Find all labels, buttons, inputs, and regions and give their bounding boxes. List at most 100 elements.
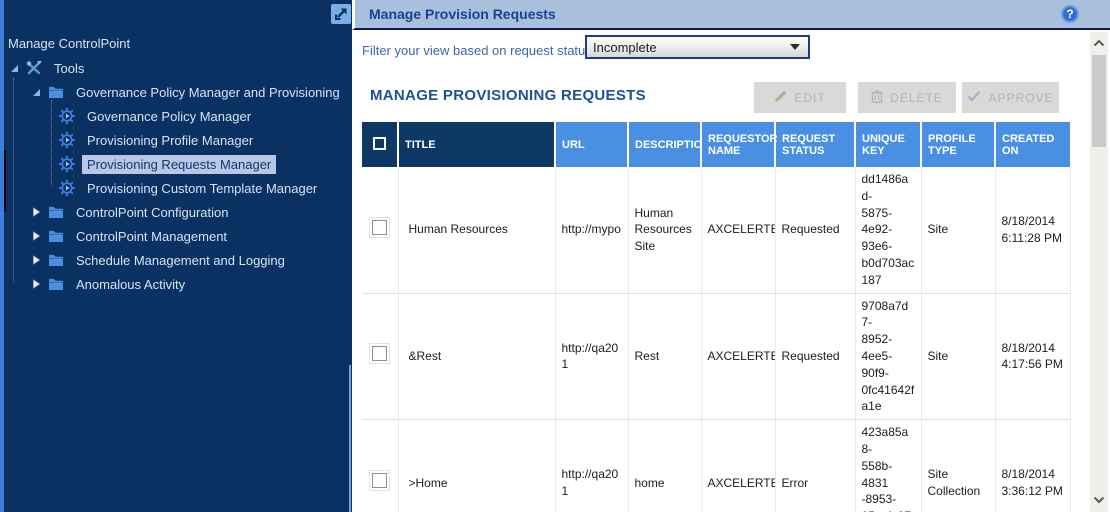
column-header-request-status[interactable]: REQUEST STATUS xyxy=(775,122,855,167)
titlebar: Manage Provision Requests ? xyxy=(352,0,1110,30)
sidebar-item-label: Governance Policy Manager xyxy=(82,107,256,126)
sidebar-divider xyxy=(349,365,351,512)
column-header-description[interactable]: DESCRIPTION xyxy=(628,122,701,167)
cell-requestor-name: AXCELERTES xyxy=(701,420,775,512)
table-row: &Resthttp://qa201RestAXCELERTESRequested… xyxy=(362,293,1070,420)
cell-description: Human Resources Site xyxy=(628,167,701,293)
sidebar-root-label: Manage ControlPoint xyxy=(8,36,130,51)
sidebar-item-label: Provisioning Custom Template Manager xyxy=(82,179,322,198)
status-filter-value: Incomplete xyxy=(593,40,790,55)
cell-profile-type: Site Collection xyxy=(921,420,995,512)
sidebar-item-label: Provisioning Requests Manager xyxy=(82,155,276,174)
cell-created-on: 8/18/2014 6:11:28 PM xyxy=(995,167,1070,293)
section-heading: MANAGE PROVISIONING REQUESTS xyxy=(370,87,646,104)
sidebar-item[interactable]: ControlPoint Management xyxy=(0,224,348,248)
cell-profile-type: Site xyxy=(921,167,995,293)
row-checkbox[interactable] xyxy=(372,346,387,361)
approve-button-label: APPROVE xyxy=(988,91,1053,105)
tools-icon xyxy=(25,60,43,76)
collapsed-arrow-icon[interactable] xyxy=(30,254,42,266)
collapsed-arrow-icon[interactable] xyxy=(30,278,42,290)
delete-button[interactable]: DELETE xyxy=(858,82,956,113)
sidebar: Manage ControlPoint Tools Governance Pol… xyxy=(0,0,352,512)
folder-icon xyxy=(47,204,65,220)
cell-request-status: Error xyxy=(775,420,855,512)
folder-icon xyxy=(47,228,65,244)
column-header-title[interactable]: TITLE xyxy=(398,122,555,167)
cell-url: http://qa201 xyxy=(555,420,628,512)
sidebar-item[interactable]: Governance Policy Manager and Provisioni… xyxy=(0,80,348,104)
sidebar-item[interactable]: Schedule Management and Logging xyxy=(0,248,348,272)
requests-table: TITLE URL DESCRIPTION REQUESTOR NAME REQ… xyxy=(362,122,1071,512)
sidebar-item-label: ControlPoint Configuration xyxy=(71,203,233,222)
gear-icon xyxy=(58,180,76,196)
sidebar-item[interactable]: Provisioning Requests Manager xyxy=(0,152,348,176)
cell-profile-type: Site xyxy=(921,293,995,420)
select-all-checkbox[interactable] xyxy=(373,137,386,150)
sidebar-item-label: Anomalous Activity xyxy=(71,275,190,294)
gear-icon xyxy=(58,156,76,172)
collapsed-arrow-icon[interactable] xyxy=(30,206,42,218)
cell-created-on: 8/18/2014 4:17:56 PM xyxy=(995,293,1070,420)
edit-button[interactable]: EDIT xyxy=(754,82,846,113)
column-header-profile-type[interactable]: PROFILE TYPE xyxy=(921,122,995,167)
column-header-unique-key[interactable]: UNIQUE KEY xyxy=(855,122,921,167)
sidebar-item[interactable]: Governance Policy Manager xyxy=(0,104,348,128)
app-window: Manage ControlPoint Tools Governance Pol… xyxy=(0,0,1110,512)
cell-requestor-name: AXCELERTES xyxy=(701,167,775,293)
sidebar-item-label: Provisioning Profile Manager xyxy=(82,131,258,150)
cell-url: http://qa201 xyxy=(555,293,628,420)
cell-title: &Rest xyxy=(398,293,555,420)
cell-created-on: 8/18/2014 3:36:12 PM xyxy=(995,420,1070,512)
select-all-header[interactable] xyxy=(362,122,398,167)
cell-title: Human Resources xyxy=(398,167,555,293)
cell-request-status: Requested xyxy=(775,293,855,420)
sidebar-item[interactable]: Anomalous Activity xyxy=(0,272,348,296)
delete-button-label: DELETE xyxy=(890,91,943,105)
pencil-icon xyxy=(774,90,787,106)
cell-checkbox xyxy=(362,167,398,293)
folder-icon xyxy=(47,252,65,268)
folder-icon xyxy=(47,84,65,100)
expanded-arrow-icon[interactable] xyxy=(8,62,20,74)
sidebar-item-label: ControlPoint Management xyxy=(71,227,232,246)
expanded-arrow-icon[interactable] xyxy=(30,86,42,98)
column-header-requestor-name[interactable]: REQUESTOR NAME xyxy=(701,122,775,167)
vertical-scrollbar[interactable] xyxy=(1090,32,1108,512)
page-title: Manage Provision Requests xyxy=(369,6,556,22)
folder-icon xyxy=(47,276,65,292)
approve-button[interactable]: APPROVE xyxy=(962,82,1059,113)
nav-tree: Tools Governance Policy Manager and Prov… xyxy=(0,56,348,296)
gear-icon xyxy=(58,132,76,148)
sidebar-item[interactable]: Tools xyxy=(0,56,348,80)
scroll-down-icon[interactable] xyxy=(1090,490,1108,510)
row-checkbox[interactable] xyxy=(372,220,387,235)
status-filter-select[interactable]: Incomplete xyxy=(585,35,810,59)
chevron-down-icon xyxy=(790,44,800,50)
check-icon xyxy=(967,90,981,105)
edit-button-label: EDIT xyxy=(794,91,825,105)
popout-icon[interactable] xyxy=(331,4,351,24)
help-icon[interactable]: ? xyxy=(1061,5,1079,23)
scrollbar-thumb[interactable] xyxy=(1092,55,1106,147)
cell-request-status: Requested xyxy=(775,167,855,293)
table-row: Human Resourceshttp://mypoHuman Resource… xyxy=(362,167,1070,293)
cell-requestor-name: AXCELERTES xyxy=(701,293,775,420)
column-header-created-on[interactable]: CREATED ON xyxy=(995,122,1070,167)
scroll-up-icon[interactable] xyxy=(1090,33,1108,53)
sidebar-item-label: Governance Policy Manager and Provisioni… xyxy=(71,83,345,102)
cell-description: Rest xyxy=(628,293,701,420)
row-checkbox[interactable] xyxy=(372,473,387,488)
cell-unique-key: 9708a7d7- 8952-4ee5- 90f9- 0fc41642fa1e xyxy=(855,293,921,420)
cell-title: >Home xyxy=(398,420,555,512)
cell-unique-key: 423a85a8- 558b-4831 -8953- 05cefe87e114 xyxy=(855,420,921,512)
sidebar-item-label: Schedule Management and Logging xyxy=(71,251,290,270)
trash-icon xyxy=(871,90,883,106)
sidebar-item[interactable]: Provisioning Profile Manager xyxy=(0,128,348,152)
sidebar-item[interactable]: ControlPoint Configuration xyxy=(0,200,348,224)
sidebar-item-label: Tools xyxy=(49,59,89,78)
sidebar-item[interactable]: Provisioning Custom Template Manager xyxy=(0,176,348,200)
column-header-url[interactable]: URL xyxy=(555,122,628,167)
collapsed-arrow-icon[interactable] xyxy=(30,230,42,242)
cell-url: http://mypo xyxy=(555,167,628,293)
